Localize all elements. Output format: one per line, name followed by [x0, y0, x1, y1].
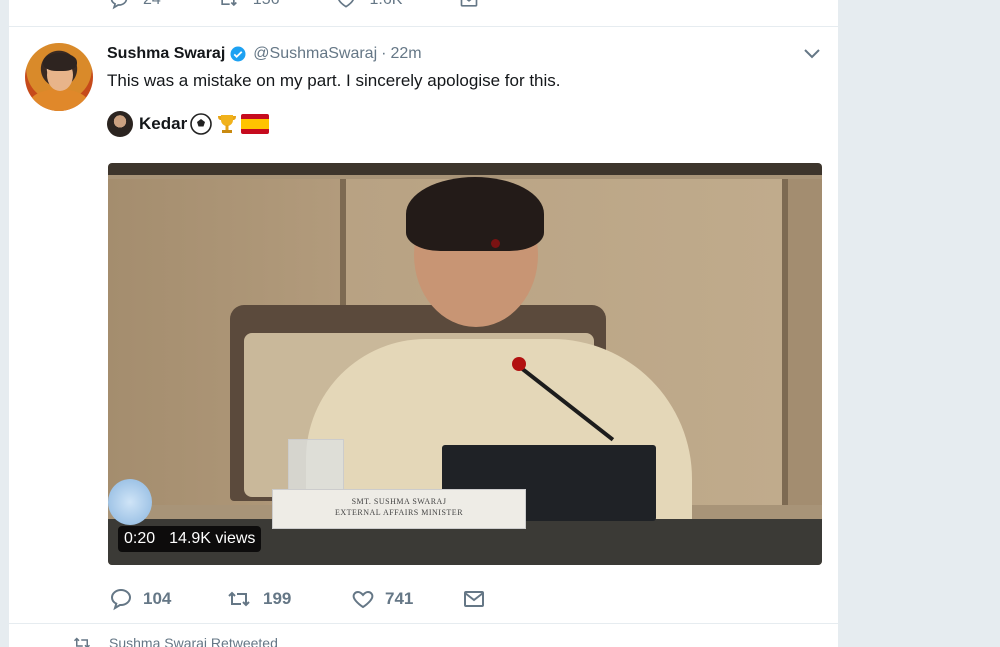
retweet-icon: [73, 637, 91, 647]
quoted-user-name: Kedar: [139, 114, 188, 133]
timeline: 24 156 1.6K Sushma Swaraj @SushmaSwaraj …: [8, 0, 839, 647]
previous-reply-button[interactable]: 24: [109, 0, 161, 10]
heart-icon: [337, 0, 354, 8]
previous-tweet-actions: 24 156 1.6K: [109, 0, 550, 12]
previous-like-count: 1.6K: [370, 0, 403, 9]
nameplate-line-1: SMT. SUSHMA SWARAJ: [351, 497, 447, 506]
reply-button[interactable]: 104: [109, 587, 225, 611]
soccer-ball-icon: [189, 112, 213, 136]
retweet-icon: [228, 591, 250, 607]
tweet-actions: 104 199 741: [109, 585, 497, 613]
avatar-sari: [29, 89, 89, 111]
like-count: 741: [385, 589, 414, 608]
reply-icon: [110, 0, 128, 10]
envelope-icon: [461, 0, 478, 7]
previous-message-button[interactable]: [458, 0, 494, 10]
author-name[interactable]: Sushma Swaraj: [107, 45, 225, 63]
verified-badge-icon: [229, 45, 247, 63]
video-duration-badge: 0:20 14.9K views: [118, 526, 262, 552]
author-handle[interactable]: @SushmaSwaraj: [253, 45, 377, 63]
video-wall-panel: [788, 179, 822, 505]
heart-icon: [352, 590, 374, 609]
tweet[interactable]: Sushma Swaraj @SushmaSwaraj · 22m This w…: [9, 27, 838, 623]
video-microphone-head: [512, 357, 526, 371]
video-duration: 0:20: [124, 530, 156, 547]
reply-icon: [110, 588, 132, 611]
previous-retweet-count: 156: [253, 0, 280, 9]
video-nameplate: SMT. SUSHMA SWARAJ EXTERNAL AFFAIRS MINI…: [272, 489, 526, 529]
spain-flag-icon: [241, 114, 270, 134]
trophy-icon: [215, 112, 239, 136]
retweet-count: 199: [263, 589, 292, 608]
video-blue-object: [108, 479, 152, 525]
quoted-user-avatar: [107, 111, 133, 137]
retweeted-context[interactable]: Sushma Swaraj Retweeted: [73, 635, 278, 647]
tweet-options-button[interactable]: [802, 47, 822, 66]
tweet-timestamp[interactable]: 22m: [390, 45, 421, 63]
video-player[interactable]: SMT. SUSHMA SWARAJ EXTERNAL AFFAIRS MINI…: [108, 163, 822, 565]
header-separator: ·: [381, 45, 387, 62]
previous-like-button[interactable]: 1.6K: [336, 0, 403, 10]
previous-retweet-button[interactable]: 156: [217, 0, 280, 10]
retweet-icon: [221, 0, 237, 7]
like-button[interactable]: 741: [351, 587, 461, 611]
envelope-icon: [464, 591, 484, 607]
video-speaker-hair: [406, 177, 544, 251]
chevron-down-icon: [804, 49, 820, 59]
retweet-button[interactable]: 199: [225, 587, 351, 611]
video-views: 14.9K views: [169, 530, 256, 547]
retweeted-label: Sushma Swaraj Retweeted: [109, 635, 278, 647]
nameplate-line-2: EXTERNAL AFFAIRS MINISTER: [334, 508, 464, 517]
quoted-user[interactable]: Kedar: [107, 111, 270, 137]
tweet-text: This was a mistake on my part. I sincere…: [107, 71, 561, 90]
direct-message-button[interactable]: [461, 587, 497, 611]
reply-count: 104: [143, 589, 172, 608]
divider: [9, 623, 838, 624]
avatar-hair: [43, 53, 77, 71]
previous-reply-count: 24: [143, 0, 161, 9]
tweet-header: Sushma Swaraj @SushmaSwaraj · 22m: [107, 43, 422, 65]
author-avatar[interactable]: [25, 43, 93, 111]
video-speaker-bindi: [491, 239, 500, 248]
